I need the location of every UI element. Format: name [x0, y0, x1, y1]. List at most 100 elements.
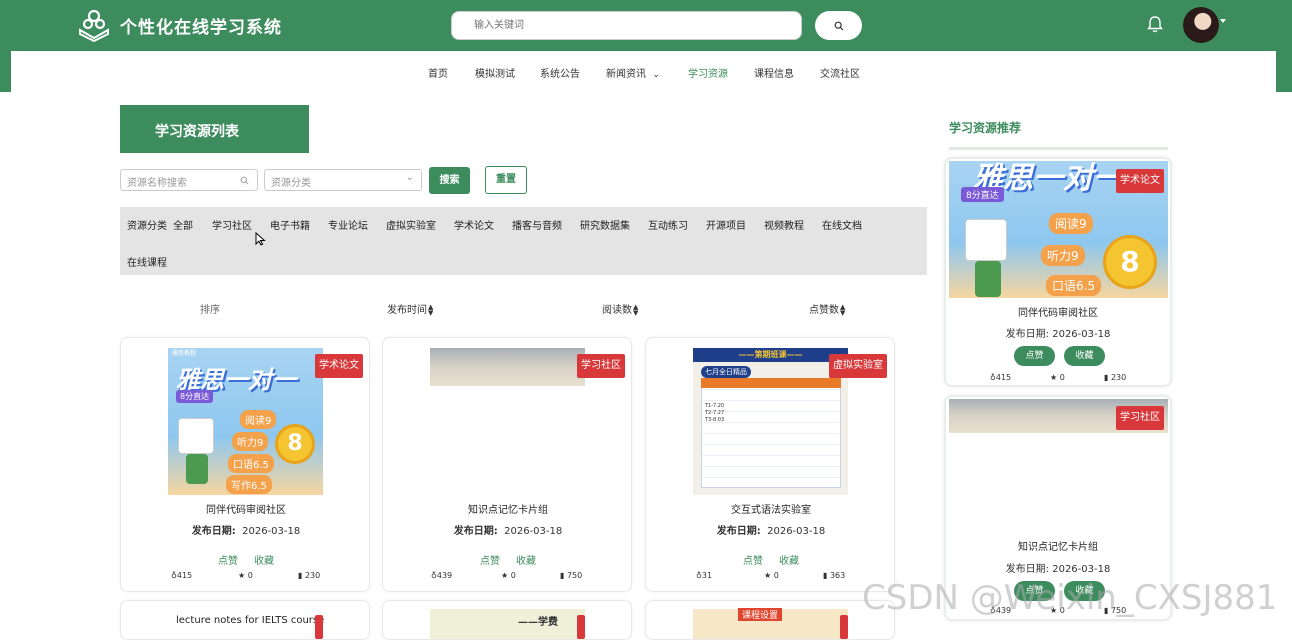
resource-thumbnail[interactable]: 雅思教程 雅思一对一 8分直达 阅读9 听力9 口语6.5 写作6.5 8 [168, 348, 323, 495]
mascot-icon [965, 219, 1007, 261]
like-link[interactable]: 点赞 [480, 556, 500, 567]
nav-side-left [0, 51, 10, 92]
caret-down-icon[interactable] [1220, 19, 1226, 23]
date-label: 发布日期: [1005, 329, 1050, 340]
mascot-icon [178, 418, 214, 454]
category-select[interactable]: 资源分类 ⌄ [264, 169, 422, 191]
like-button[interactable]: 点赞 [1014, 346, 1055, 366]
resource-card[interactable]: ——学费 [382, 600, 632, 640]
bell-icon[interactable] [1145, 14, 1165, 34]
category-tag: 学术论文 [1116, 169, 1164, 193]
card-actions: 点赞 收藏 [646, 552, 896, 567]
favorites-count: ★ 0 [501, 571, 516, 580]
resource-card[interactable]: 课程设置 [645, 600, 895, 640]
views-value: 363 [829, 571, 846, 580]
category-item-all[interactable]: 全部 [173, 217, 193, 232]
search-input[interactable] [452, 12, 801, 39]
search-icon [240, 176, 249, 185]
card-title[interactable]: 交互式语法实验室 [646, 501, 896, 516]
card-title[interactable]: 知识点记忆卡片组 [946, 538, 1170, 553]
category-item-papers[interactable]: 学术论文 [454, 217, 494, 232]
views-count: ▮ 750 [560, 571, 583, 580]
resource-card[interactable]: ——第期班课—— 七月全日精品 T1-7.20 T2-7.27 T3-8.03 … [645, 337, 895, 592]
date-value: 2026-03-18 [767, 526, 826, 537]
poster-item: 写作6.5 [226, 475, 272, 494]
schedule-title: 七月全日精品 [701, 366, 751, 378]
sort-likes-label: 点赞数 [809, 305, 839, 316]
likes-count: ♁415 [990, 373, 1012, 382]
category-item-virtual-lab[interactable]: 虚拟实验室 [386, 217, 436, 232]
category-tag: 学习社区 [577, 354, 625, 378]
partial-caption: lecture notes for IELTS course [176, 615, 325, 626]
category-item-community[interactable]: 学习社区 [212, 217, 252, 232]
nav-item-news[interactable]: 新闻资讯 ⌄ [606, 65, 660, 80]
score-value: 8 [287, 431, 303, 456]
partial-thumbnail [430, 609, 585, 639]
search-box[interactable] [451, 11, 802, 40]
resource-card[interactable]: 学习社区 知识点记忆卡片组 发布日期: 2026-03-18 点赞 收藏 ♁439… [382, 337, 632, 592]
category-item-datasets[interactable]: 研究数据集 [580, 217, 630, 232]
resource-thumbnail[interactable]: ——第期班课—— 七月全日精品 T1-7.20 T2-7.27 T3-8.03 [693, 348, 848, 495]
favorites-count: ★ 0 [238, 571, 253, 580]
chevron-down-icon: ⌄ [405, 172, 414, 183]
search-button[interactable] [815, 11, 862, 40]
reset-button[interactable]: 重置 [485, 166, 527, 194]
search-icon [834, 21, 843, 30]
resource-card[interactable]: lecture notes for IELTS course [120, 600, 370, 640]
score-medal: 8 [275, 424, 315, 464]
category-item-online-courses[interactable]: 在线课程 [127, 254, 167, 269]
mascot-body [975, 261, 1001, 297]
views-value: 230 [1110, 373, 1127, 382]
nav-item-community[interactable]: 交流社区 [820, 65, 860, 80]
card-date: 发布日期: 2026-03-18 [946, 325, 1170, 340]
category-item-forum[interactable]: 专业论坛 [328, 217, 368, 232]
sort-reads[interactable]: 阅读数▲ ▼ [602, 301, 638, 317]
favorite-link[interactable]: 收藏 [779, 556, 799, 567]
nav-item-courses[interactable]: 课程信息 [754, 65, 794, 80]
date-value: 2026-03-18 [504, 526, 563, 537]
category-item-video[interactable]: 视频教程 [764, 217, 804, 232]
favorite-button[interactable]: 收藏 [1064, 346, 1105, 366]
category-item-podcast[interactable]: 播客与音频 [512, 217, 562, 232]
sort-publish-time-label: 发布时间 [387, 305, 427, 316]
date-value: 2026-03-18 [1052, 329, 1111, 340]
nav-item-mock-test[interactable]: 模拟测试 [475, 65, 515, 80]
like-link[interactable]: 点赞 [218, 556, 238, 567]
date-label: 发布日期: [191, 526, 236, 537]
poster-image: 雅思教程 雅思一对一 8分直达 阅读9 听力9 口语6.5 写作6.5 8 [168, 348, 323, 495]
cursor-icon [255, 232, 266, 246]
views-value: 230 [304, 571, 321, 580]
like-link[interactable]: 点赞 [743, 556, 763, 567]
category-item-docs[interactable]: 在线文档 [822, 217, 862, 232]
nav-item-resources[interactable]: 学习资源 [688, 65, 728, 80]
section-title: 学习资源列表 [120, 105, 309, 153]
sort-arrows-icon: ▲ ▼ [840, 303, 846, 317]
logo-icon[interactable] [76, 6, 112, 42]
resource-card[interactable]: 雅思教程 雅思一对一 8分直达 阅读9 听力9 口语6.5 写作6.5 8 学术… [120, 337, 370, 592]
category-item-ebooks[interactable]: 电子书籍 [270, 217, 310, 232]
likes-count: ♁439 [431, 571, 453, 580]
resource-name-input[interactable]: 资源名称搜索 [120, 169, 258, 191]
mascot-body [186, 454, 208, 484]
sort-publish-time[interactable]: 发布时间▲ ▼ [387, 301, 433, 317]
card-title[interactable]: 知识点记忆卡片组 [383, 501, 633, 516]
favorite-link[interactable]: 收藏 [516, 556, 536, 567]
recommend-card[interactable]: 雅思一对一 8分直达 阅读9 听力9 口语6.5 8 学术论文 同伴代码审阅社区… [944, 157, 1172, 387]
card-title[interactable]: 同伴代码审阅社区 [946, 304, 1170, 319]
room-image-ceiling [430, 348, 585, 386]
schedule-header: ——第期班课—— [693, 348, 848, 362]
sort-likes[interactable]: 点赞数▲ ▼ [809, 301, 846, 317]
avatar[interactable] [1183, 7, 1219, 43]
nav-item-home[interactable]: 首页 [428, 65, 448, 80]
favorites-count: ★ 0 [764, 571, 779, 580]
likes-value: 31 [701, 571, 713, 580]
search-button[interactable]: 搜索 [429, 167, 470, 194]
favorite-link[interactable]: 收藏 [254, 556, 274, 567]
category-item-open-source[interactable]: 开源项目 [706, 217, 746, 232]
category-tag: 学术论文 [315, 354, 363, 378]
date-label: 发布日期: [453, 526, 498, 537]
card-title[interactable]: 同伴代码审阅社区 [121, 501, 371, 516]
category-item-exercises[interactable]: 互动练习 [648, 217, 688, 232]
nav-item-announcement[interactable]: 系统公告 [540, 65, 580, 80]
resource-thumbnail[interactable] [430, 348, 585, 495]
